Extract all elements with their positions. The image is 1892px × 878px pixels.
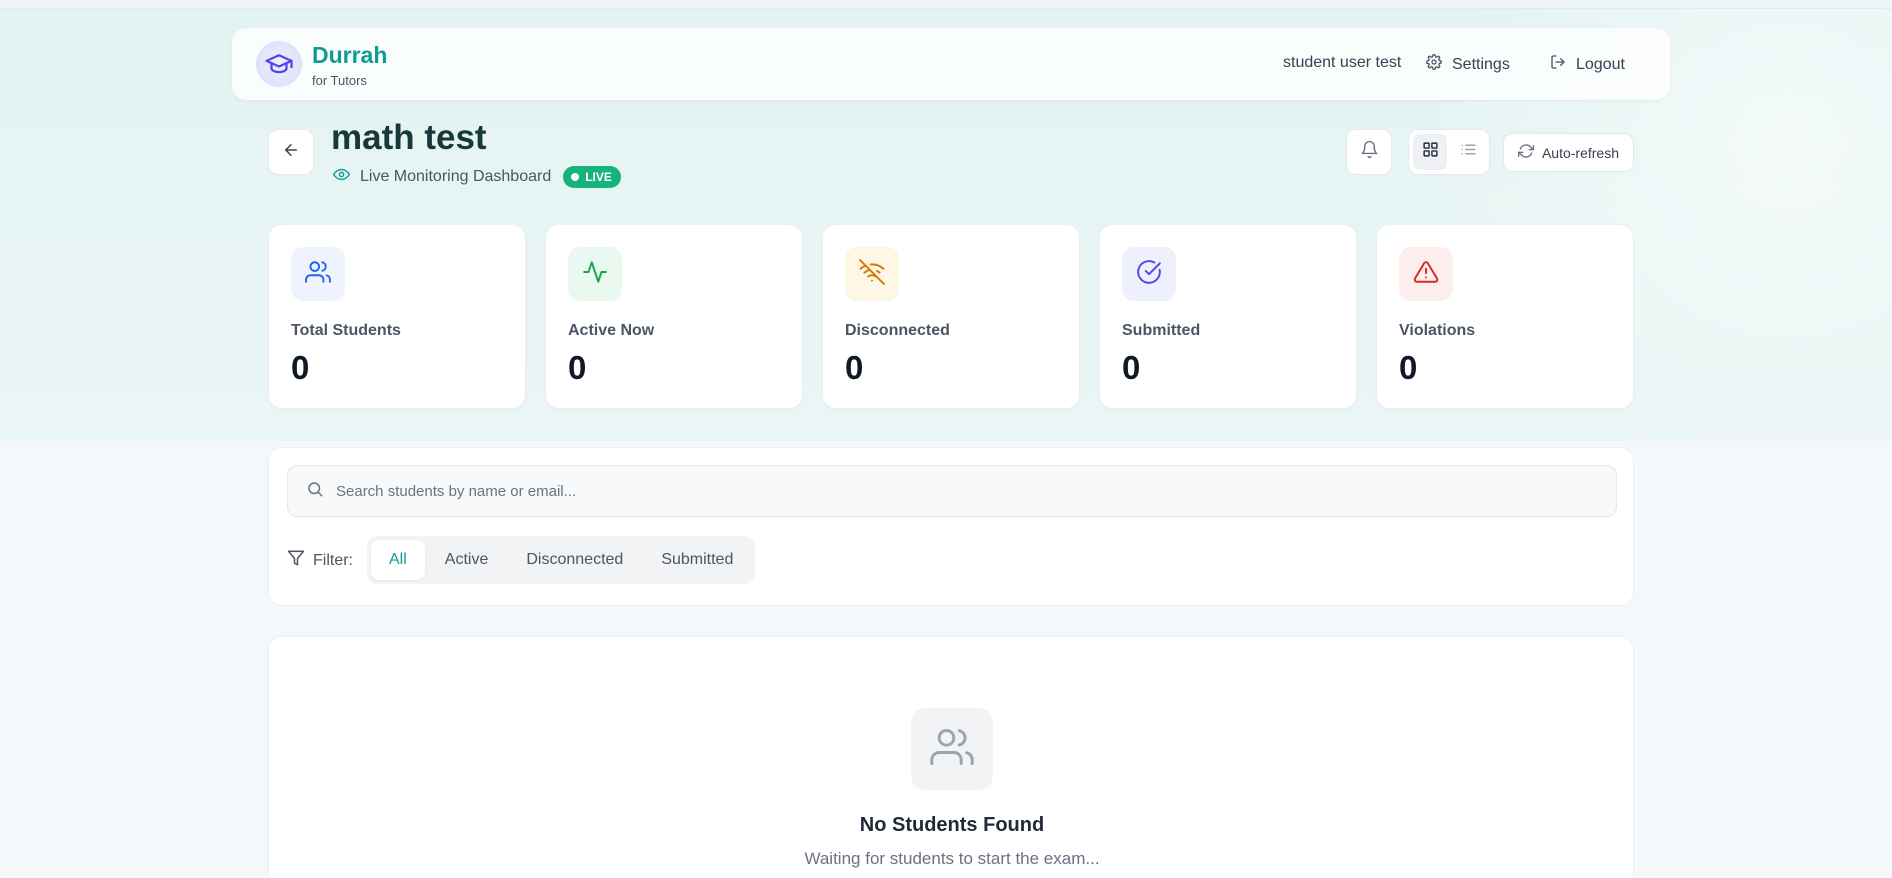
live-badge: LIVE [563,166,621,188]
view-toggle [1408,129,1490,175]
graduation-cap-icon[interactable] [256,41,302,87]
settings-button[interactable]: Settings [1426,54,1510,75]
brand-subtitle: for Tutors [312,73,367,88]
search-box [287,465,1617,517]
refresh-icon [1517,143,1534,162]
users-icon [930,725,974,774]
filter-tab-submitted[interactable]: Submitted [643,540,751,580]
stat-icon-box [1399,247,1453,301]
stat-card-active-now: Active Now 0 [545,224,803,409]
empty-state-title: No Students Found [859,814,1045,836]
stat-label: Disconnected [845,322,950,339]
stat-label: Active Now [568,322,655,339]
stat-label: Total Students [291,322,401,339]
app-header: Durrah for Tutors student user test Sett… [232,28,1670,100]
stat-icon-box [845,247,899,301]
bell-icon [1360,140,1379,164]
stat-value: 0 [291,349,310,386]
settings-label: Settings [1452,55,1510,73]
stat-value: 0 [1399,349,1418,386]
back-button[interactable] [268,129,314,175]
grid-icon [1422,141,1439,163]
stat-value: 0 [845,349,864,386]
top-bar-strip [0,0,1892,9]
stat-card-submitted: Submitted 0 [1099,224,1357,409]
stat-value: 0 [568,349,587,386]
stat-card-total-students: Total Students 0 [268,224,526,409]
stat-value: 0 [1122,349,1141,386]
live-badge-label: LIVE [585,170,612,184]
logout-icon [1550,54,1566,75]
students-panel: No Students Found Waiting for students t… [268,636,1634,878]
filter-tab-all[interactable]: All [371,540,425,580]
list-view-button[interactable] [1451,134,1485,170]
stat-icon-box [1122,247,1176,301]
eye-icon [333,166,350,188]
filter-tabs: All Active Disconnected Submitted [367,536,756,584]
filter-tab-disconnected[interactable]: Disconnected [508,540,641,580]
filter-panel: Filter: All Active Disconnected Submitte… [268,447,1634,606]
stat-icon-box [568,247,622,301]
gear-icon [1426,54,1442,75]
live-dot-icon [571,173,580,181]
arrow-left-icon [282,141,300,164]
brand-name[interactable]: Durrah [312,42,387,69]
auto-refresh-button[interactable]: Auto-refresh [1503,133,1634,172]
search-icon [306,480,324,503]
stat-card-disconnected: Disconnected 0 [822,224,1080,409]
auto-refresh-label: Auto-refresh [1541,144,1620,161]
empty-state-icon-box [911,708,993,790]
filter-tab-active[interactable]: Active [427,540,507,580]
grid-view-button[interactable] [1413,134,1447,170]
wifi-off-icon [859,258,885,290]
activity-icon [582,259,608,290]
stat-icon-box [291,247,345,301]
user-name: student user test [1283,54,1402,71]
stat-card-violations: Violations 0 [1376,224,1634,409]
alert-triangle-icon [1413,259,1439,290]
stat-label: Violations [1399,322,1476,339]
check-circle-icon [1136,259,1162,290]
filter-icon [287,549,305,572]
page-title: math test [331,118,487,157]
filter-label: Filter: [287,549,353,572]
notifications-button[interactable] [1346,129,1392,175]
search-input[interactable] [336,482,1536,500]
filter-label-text: Filter: [313,551,353,569]
empty-state-description: Waiting for students to start the exam..… [804,849,1100,868]
dashboard-subtitle: Live Monitoring Dashboard LIVE [333,166,621,188]
stat-label: Submitted [1122,322,1201,339]
logout-button[interactable]: Logout [1550,54,1625,75]
logout-label: Logout [1576,55,1625,73]
list-icon [1460,141,1477,163]
users-icon [305,259,331,290]
subtitle-text: Live Monitoring Dashboard [360,168,552,185]
